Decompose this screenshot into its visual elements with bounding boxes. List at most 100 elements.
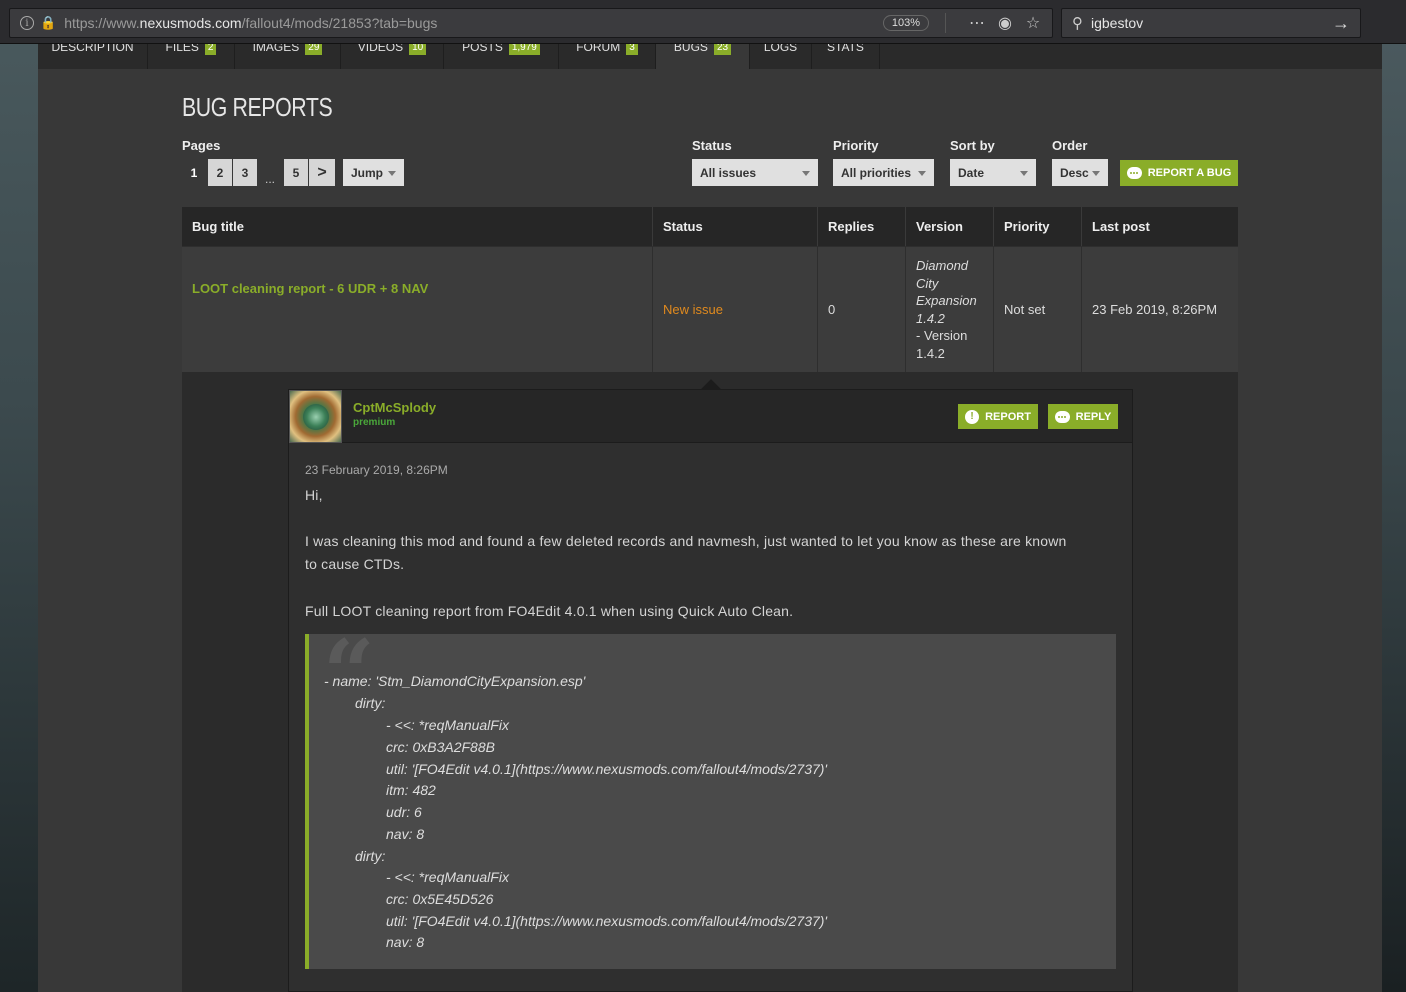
tab-count-badge: 3	[626, 44, 638, 55]
tab-label: Videos	[357, 44, 404, 54]
col-version[interactable]: Version	[906, 207, 994, 246]
version-suffix: 1.4.2	[916, 345, 945, 361]
col-last-post[interactable]: Last post	[1082, 207, 1238, 246]
caret-down-icon	[802, 171, 810, 176]
quote-line: - <<: *reqManualFix	[386, 869, 509, 885]
bug-version: Diamond City Expansion 1.4.2 - Version 1…	[906, 247, 994, 372]
col-priority[interactable]: Priority	[994, 207, 1082, 246]
pocket-icon[interactable]: ◉	[996, 13, 1014, 33]
col-status[interactable]: Status	[653, 207, 818, 246]
star-icon[interactable]: ☆	[1024, 13, 1042, 33]
col-bug-title[interactable]: Bug title	[182, 207, 653, 246]
reply-button[interactable]: REPLY	[1048, 404, 1118, 429]
browser-toolbar: i 🔒 https://www.nexusmods.com/fallout4/m…	[0, 0, 1406, 44]
chat-bubble-icon	[1054, 410, 1070, 423]
url-text[interactable]: https://www.nexusmods.com/fallout4/mods/…	[64, 15, 883, 31]
table-row[interactable]: LOOT cleaning report - 6 UDR + 8 NAV New…	[182, 246, 1238, 372]
tab-count-badge: 23	[713, 44, 732, 55]
lock-icon[interactable]: 🔒	[40, 15, 56, 31]
tab-files[interactable]: Files 2	[148, 44, 235, 69]
bug-title-link[interactable]: LOOT cleaning report - 6 UDR + 8 NAV	[182, 247, 653, 372]
user-role-badge: premium	[353, 417, 396, 428]
quote-line: dirty:	[355, 695, 386, 711]
chevron-right-icon: >	[317, 163, 327, 181]
background-left	[0, 0, 38, 992]
status-select-value: All issues	[700, 165, 757, 180]
quote-line: util: '[FO4Edit v4.0.1](https://www.nexu…	[386, 913, 828, 929]
username-link[interactable]: CptMcSplody	[353, 400, 436, 415]
status-select[interactable]: All issues	[692, 159, 818, 186]
quote-line: dirty:	[355, 848, 386, 864]
col-replies[interactable]: Replies	[818, 207, 906, 246]
arrow-right-icon[interactable]: →	[1332, 13, 1350, 34]
comment-date: 23 February 2019, 8:26PM	[305, 463, 448, 477]
mod-page-panel: Description Files 2 Images 29 Videos 10 Posts 1,…	[38, 44, 1382, 992]
sort-select[interactable]: Date	[950, 159, 1036, 186]
page-1-button[interactable]: 1	[182, 159, 206, 186]
order-select[interactable]: Desc	[1052, 159, 1108, 186]
tab-forum[interactable]: Forum 3	[559, 44, 656, 69]
tab-logs[interactable]: Logs	[750, 44, 812, 69]
priority-select-value: All priorities	[841, 165, 912, 180]
tab-label: Images	[252, 44, 300, 54]
sort-select-value: Date	[958, 165, 985, 180]
report-bug-label: REPORT A BUG	[1147, 167, 1232, 179]
quote-line: itm: 482	[386, 782, 436, 798]
quote-line: udr: 6	[386, 804, 422, 820]
avatar[interactable]	[289, 390, 342, 443]
version-line: Diamond	[916, 258, 969, 273]
quote-line: nav: 8	[386, 826, 425, 842]
tab-description[interactable]: Description	[38, 44, 148, 69]
status-filter-label: Status	[692, 138, 732, 153]
sort-label: Sort by	[950, 138, 995, 153]
page-2-button[interactable]: 2	[208, 159, 232, 186]
comment-paragraph-line: to cause CTDs.	[305, 556, 405, 572]
version-suffix: - Version	[916, 328, 968, 343]
page-3-button[interactable]: 3	[233, 159, 257, 186]
background-right	[1382, 0, 1406, 992]
comment-paragraph-line: I was cleaning this mod and found a few …	[305, 533, 1067, 549]
next-page-button[interactable]: >	[309, 159, 335, 186]
blockquote: “ - name: 'Stm_DiamondCityExpansion.esp'…	[305, 628, 1116, 969]
tab-stats[interactable]: Stats	[812, 44, 880, 69]
tab-count-badge: 2	[204, 44, 217, 55]
caret-down-icon	[1092, 171, 1100, 176]
more-icon[interactable]: ⋯	[968, 13, 986, 33]
tab-posts[interactable]: Posts 1,979	[444, 44, 559, 69]
quote-line: - <<: *reqManualFix	[386, 717, 509, 733]
tab-count-badge: 1,979	[508, 44, 540, 55]
report-button[interactable]: ! REPORT	[958, 404, 1038, 429]
quote-line: util: '[FO4Edit v4.0.1](https://www.nexu…	[386, 761, 828, 777]
pages-label: Pages	[182, 138, 221, 153]
priority-filter-label: Priority	[833, 138, 879, 153]
caret-down-icon	[388, 171, 396, 176]
bug-priority: Not set	[994, 247, 1082, 372]
search-icon: ⚲	[1072, 15, 1083, 32]
jump-select[interactable]: Jump	[343, 159, 404, 186]
priority-select[interactable]: All priorities	[833, 159, 934, 186]
tab-label: Stats	[827, 44, 864, 54]
pagination-ellipsis: ...	[265, 172, 276, 186]
mod-tabs: Description Files 2 Images 29 Videos 10 Posts 1,…	[38, 44, 1382, 69]
tab-count-badge: 10	[409, 44, 427, 55]
quote-line: nav: 8	[386, 934, 425, 950]
version-line: Expansion	[916, 293, 977, 308]
tab-videos[interactable]: Videos 10	[341, 44, 444, 69]
bug-status: New issue	[653, 247, 818, 372]
url-bar[interactable]: i 🔒 https://www.nexusmods.com/fallout4/m…	[9, 8, 1053, 38]
page-5-button[interactable]: 5	[284, 159, 308, 186]
tab-bugs[interactable]: Bugs 23	[656, 44, 750, 69]
info-icon[interactable]: i	[20, 16, 34, 30]
tab-label: Posts	[462, 44, 503, 54]
tab-images[interactable]: Images 29	[235, 44, 341, 69]
zoom-indicator[interactable]: 103%	[882, 15, 929, 31]
report-bug-button[interactable]: REPORT A BUG	[1120, 160, 1238, 186]
tab-count-badge: 29	[305, 44, 323, 55]
search-bar[interactable]: ⚲ igbestov →	[1061, 8, 1361, 38]
chat-bubble-icon	[1126, 167, 1142, 179]
tab-label: Description	[51, 44, 134, 54]
page-title: BUG REPORTS	[182, 92, 333, 122]
quote-line: crc: 0xB3A2F88B	[386, 739, 495, 755]
order-label: Order	[1052, 138, 1088, 153]
search-query[interactable]: igbestov	[1091, 15, 1332, 31]
